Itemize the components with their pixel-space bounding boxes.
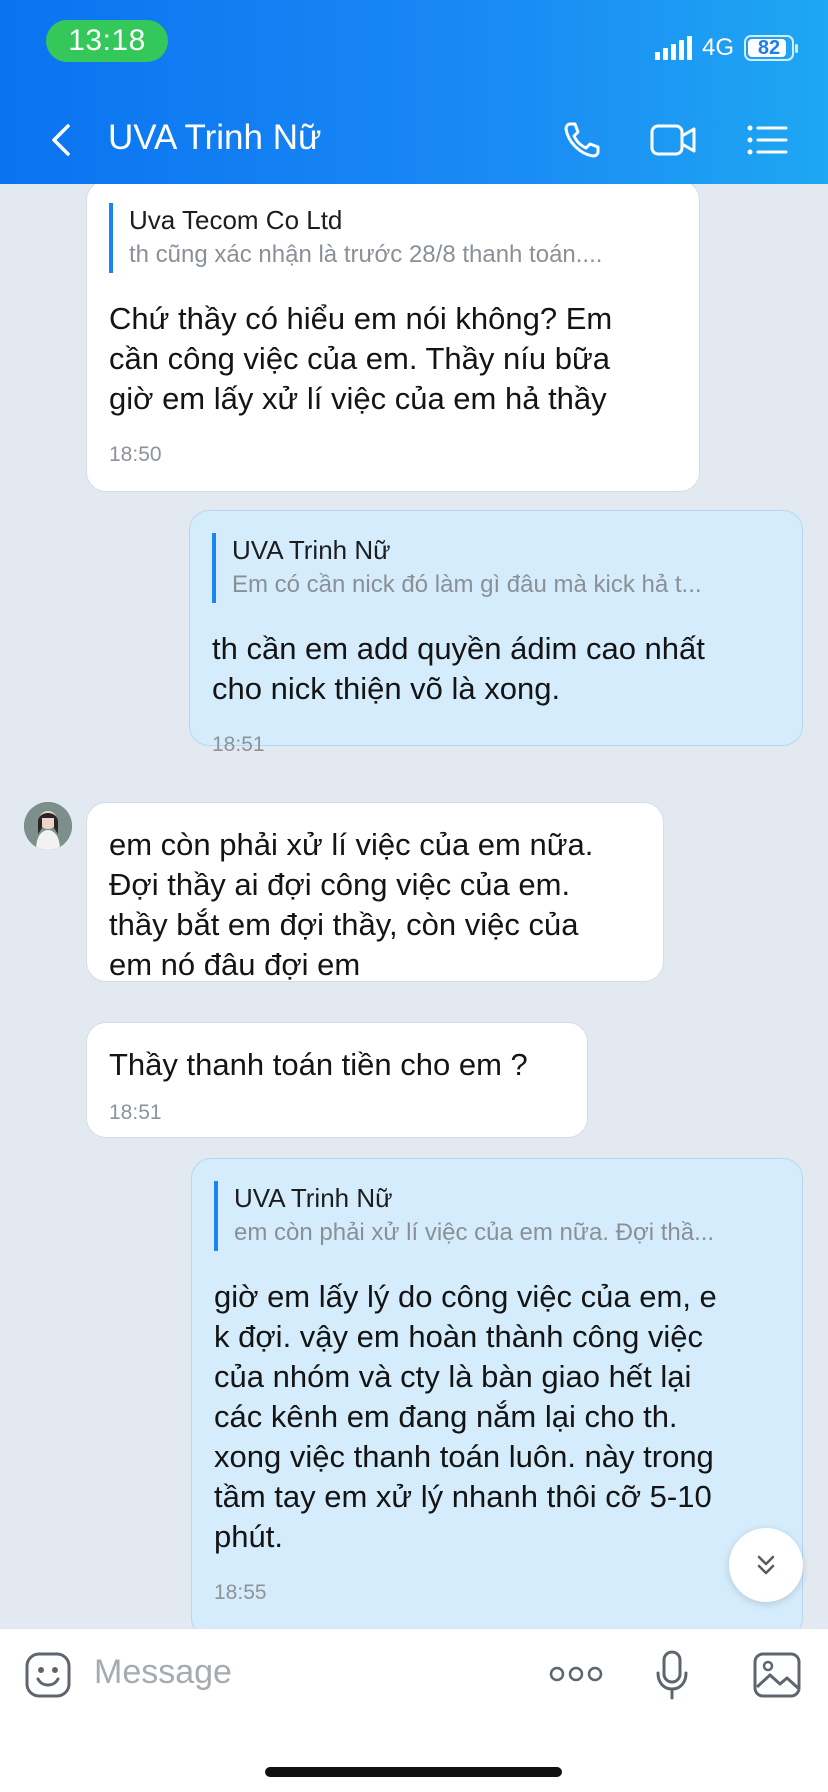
app-header: 13:18 4G 82 UVA Trinh Nữ (0, 0, 828, 184)
quote-sender: Uva Tecom Co Ltd (129, 205, 343, 235)
microphone-icon[interactable] (654, 1649, 690, 1701)
quote-sender: UVA Trinh Nữ (232, 535, 391, 565)
quote-text: Em có cần nick đó làm gì đâu mà kick hả … (232, 571, 702, 598)
quoted-message[interactable]: Uva Tecom Co Ltd th cũng xác nhận là trư… (109, 203, 677, 273)
sticker-icon[interactable] (24, 1651, 72, 1699)
message-time: 18:51 (212, 733, 265, 756)
status-time: 13:18 (46, 20, 168, 62)
quoted-message[interactable]: UVA Trinh Nữ Em có cần nick đó làm gì đâ… (212, 533, 780, 603)
back-chevron-icon[interactable] (42, 120, 82, 160)
quoted-message[interactable]: UVA Trinh Nữ em còn phải xử lí việc của … (214, 1181, 780, 1251)
home-indicator (265, 1767, 562, 1777)
signal-icon (654, 36, 692, 60)
scroll-down-button[interactable] (729, 1528, 803, 1602)
video-call-icon[interactable] (650, 118, 698, 162)
quote-sender: UVA Trinh Nữ (234, 1183, 393, 1213)
message-received[interactable]: em còn phải xử lí việc của em nữa. Đợi t… (86, 802, 664, 982)
image-icon[interactable] (752, 1651, 802, 1699)
message-text: Chứ thầy có hiểu em nói không? Em cần cô… (109, 301, 613, 416)
message-time: 18:50 (109, 443, 162, 466)
chat-title[interactable]: UVA Trinh Nữ (108, 118, 321, 158)
message-text: giờ em lấy lý do công việc của em, e k đ… (214, 1279, 717, 1554)
message-time: 18:51 (109, 1101, 162, 1124)
message-sent[interactable]: UVA Trinh Nữ Em có cần nick đó làm gì đâ… (189, 510, 803, 756)
chat-area[interactable]: Uva Tecom Co Ltd th cũng xác nhận là trư… (0, 184, 828, 1628)
message-text: Thầy thanh toán tiền cho em ? (109, 1047, 528, 1082)
scroll-down-icon (757, 1555, 775, 1575)
message-sent[interactable]: UVA Trinh Nữ em còn phải xử lí việc của … (191, 1158, 803, 1628)
message-text: em còn phải xử lí việc của em nữa. Đợi t… (109, 827, 594, 982)
message-composer: Message (0, 1628, 828, 1792)
phone-icon[interactable] (560, 118, 608, 162)
nav-bar: UVA Trinh Nữ (0, 100, 828, 180)
menu-list-icon[interactable] (744, 118, 792, 162)
more-icon[interactable] (548, 1663, 604, 1685)
quote-text: th cũng xác nhận là trước 28/8 thanh toá… (129, 241, 603, 268)
quote-text: em còn phải xử lí việc của em nữa. Đợi t… (234, 1219, 715, 1246)
message-text: th cần em add quyền ádim cao nhất cho ni… (212, 631, 705, 706)
battery-level: 82 (757, 36, 781, 59)
battery-icon: 82 (744, 35, 798, 61)
message-time: 18:55 (214, 1581, 267, 1604)
network-type: 4G (701, 34, 734, 61)
message-input[interactable]: Message (94, 1653, 232, 1692)
status-icons: 4G 82 (654, 30, 798, 66)
message-received[interactable]: Thầy thanh toán tiền cho em ? 18:51 (86, 1022, 588, 1138)
avatar[interactable] (24, 802, 72, 850)
message-received[interactable]: Uva Tecom Co Ltd th cũng xác nhận là trư… (86, 184, 700, 492)
